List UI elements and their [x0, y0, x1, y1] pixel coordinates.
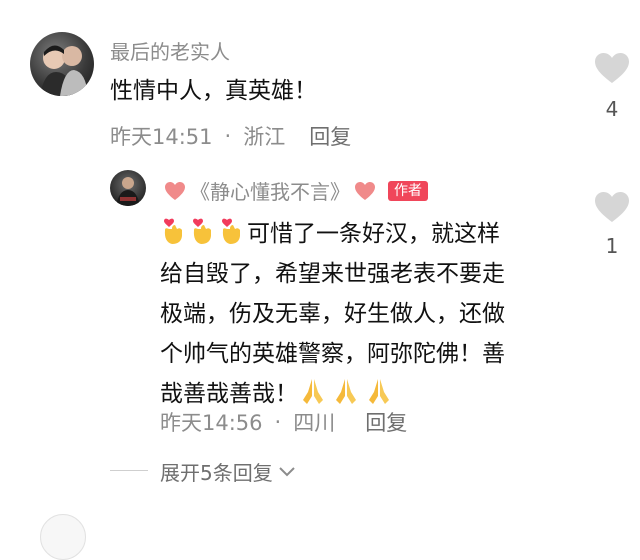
- next-avatar[interactable]: [40, 514, 86, 560]
- avatar[interactable]: [30, 32, 94, 96]
- meta-separator: ·: [224, 124, 232, 148]
- reply-line: 给自毁了，希望来世强老表不要走: [160, 261, 505, 287]
- expand-replies-button[interactable]: 展开5条回复: [160, 457, 297, 486]
- reply-username[interactable]: 《静心懂我不言》: [190, 176, 350, 205]
- reply-text: 可惜了一条好汉，就这样 给自毁了，希望来世强老表不要走 极端，伤及无辜，好生做人…: [160, 214, 505, 414]
- chevron-down-icon: [279, 466, 295, 476]
- heart-emoji-icon: [165, 181, 185, 200]
- author-badge: 作者: [388, 180, 428, 201]
- like-heart-icon[interactable]: [594, 191, 630, 223]
- reply-line: 个帅气的英雄警察，阿弥陀佛！善: [160, 341, 505, 367]
- reply-line: 可惜了一条好汉，就这样: [160, 214, 505, 254]
- folded-hands-emoji-icon: [331, 376, 361, 406]
- finger-heart-emoji-icon: [189, 216, 215, 246]
- comment-text: 性情中人，真英雄！: [110, 78, 317, 104]
- finger-heart-emoji-icon: [218, 216, 244, 246]
- reply-line: 极端，伤及无辜，好生做人，还做: [160, 301, 505, 327]
- reply-line-text: 可惜了一条好汉，就这样: [247, 221, 500, 247]
- folded-hands-emoji-icon: [364, 376, 394, 406]
- heart-emoji-icon: [355, 181, 375, 200]
- comment-location: 浙江: [243, 125, 286, 149]
- comment-time: 昨天14:51: [110, 125, 213, 149]
- expand-divider: [110, 470, 148, 471]
- comment-username[interactable]: 最后的老实人: [110, 36, 230, 65]
- reply-avatar[interactable]: [110, 170, 146, 206]
- reply-button[interactable]: 回复: [365, 407, 407, 437]
- like-count: 4: [605, 97, 619, 121]
- reply-meta: 昨天14:56 · 四川 回复: [160, 407, 407, 437]
- expand-label: 展开5条回复: [160, 461, 273, 485]
- reply-line-text: 哉善哉善哉！: [160, 381, 298, 407]
- finger-heart-emoji-icon: [160, 216, 186, 246]
- reply-username-row: 《静心懂我不言》 作者: [160, 176, 428, 205]
- comment-meta: 昨天14:51 · 浙江 回复: [110, 121, 351, 151]
- folded-hands-emoji-icon: [298, 376, 328, 406]
- like-count: 1: [605, 234, 619, 258]
- reply-location: 四川: [293, 411, 336, 435]
- reply-time: 昨天14:56: [160, 411, 263, 435]
- meta-separator: ·: [274, 410, 282, 434]
- like-heart-icon[interactable]: [594, 52, 630, 84]
- reply-button[interactable]: 回复: [309, 121, 351, 151]
